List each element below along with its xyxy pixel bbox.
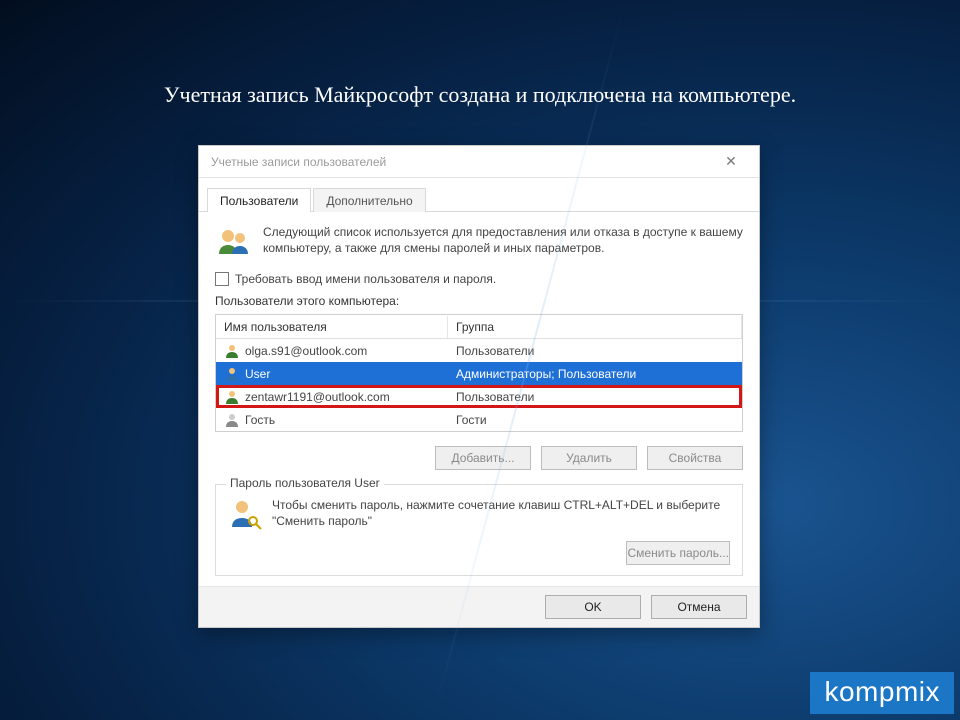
- user-name: olga.s91@outlook.com: [245, 344, 367, 358]
- password-text: Чтобы сменить пароль, нажмите сочетание …: [272, 497, 730, 529]
- add-button[interactable]: Добавить...: [435, 446, 531, 470]
- user-group: Пользователи: [448, 387, 742, 407]
- dialog-footer: OK Отмена: [199, 586, 759, 627]
- column-header-group[interactable]: Группа: [448, 316, 742, 338]
- dialog-content: Следующий список используется для предос…: [199, 212, 759, 586]
- list-label: Пользователи этого компьютера:: [215, 294, 743, 308]
- people-icon: [215, 224, 253, 262]
- user-group: Пользователи: [448, 341, 742, 361]
- remove-button[interactable]: Удалить: [541, 446, 637, 470]
- user-icon: [224, 412, 240, 428]
- list-item[interactable]: Гость Гости: [216, 408, 742, 431]
- tab-row: Пользователи Дополнительно: [199, 184, 759, 212]
- user-name: User: [245, 367, 270, 381]
- intro-row: Следующий список используется для предос…: [215, 224, 743, 262]
- tab-users[interactable]: Пользователи: [207, 188, 311, 212]
- require-login-label: Требовать ввод имени пользователя и паро…: [235, 272, 496, 286]
- dialog-titlebar: Учетные записи пользователей ✕: [199, 146, 759, 178]
- user-list: Имя пользователя Группа olga.s91@outlook…: [215, 314, 743, 432]
- user-icon: [224, 343, 240, 359]
- intro-text: Следующий список используется для предос…: [263, 224, 743, 262]
- dialog-title: Учетные записи пользователей: [211, 155, 711, 169]
- change-password-button[interactable]: Сменить пароль...: [626, 541, 730, 565]
- cancel-button[interactable]: Отмена: [651, 595, 747, 619]
- list-item[interactable]: User Администраторы; Пользователи: [216, 362, 742, 385]
- user-group: Гости: [448, 410, 742, 430]
- checkbox-icon[interactable]: [215, 272, 229, 286]
- user-accounts-dialog: Учетные записи пользователей ✕ Пользоват…: [198, 145, 760, 628]
- slide-caption: Учетная запись Майкрософт создана и подк…: [0, 82, 960, 108]
- user-name: Гость: [245, 413, 275, 427]
- password-group-legend: Пароль пользователя User: [226, 476, 384, 490]
- list-buttons: Добавить... Удалить Свойства: [215, 446, 743, 470]
- require-login-row[interactable]: Требовать ввод имени пользователя и паро…: [215, 272, 743, 286]
- key-user-icon: [228, 497, 262, 531]
- ok-button[interactable]: OK: [545, 595, 641, 619]
- user-icon: [224, 366, 240, 382]
- user-name: zentawr1191@outlook.com: [245, 390, 390, 404]
- password-group: Пароль пользователя User Чтобы сменить п…: [215, 484, 743, 576]
- close-icon[interactable]: ✕: [711, 153, 751, 170]
- properties-button[interactable]: Свойства: [647, 446, 743, 470]
- list-item[interactable]: olga.s91@outlook.com Пользователи: [216, 339, 742, 362]
- tab-advanced[interactable]: Дополнительно: [313, 188, 425, 212]
- column-header-name[interactable]: Имя пользователя: [216, 316, 448, 338]
- user-group: Администраторы; Пользователи: [448, 364, 742, 384]
- list-item[interactable]: zentawr1191@outlook.com Пользователи: [216, 385, 742, 408]
- user-icon: [224, 389, 240, 405]
- list-header: Имя пользователя Группа: [216, 315, 742, 339]
- watermark: kompmix: [810, 672, 954, 714]
